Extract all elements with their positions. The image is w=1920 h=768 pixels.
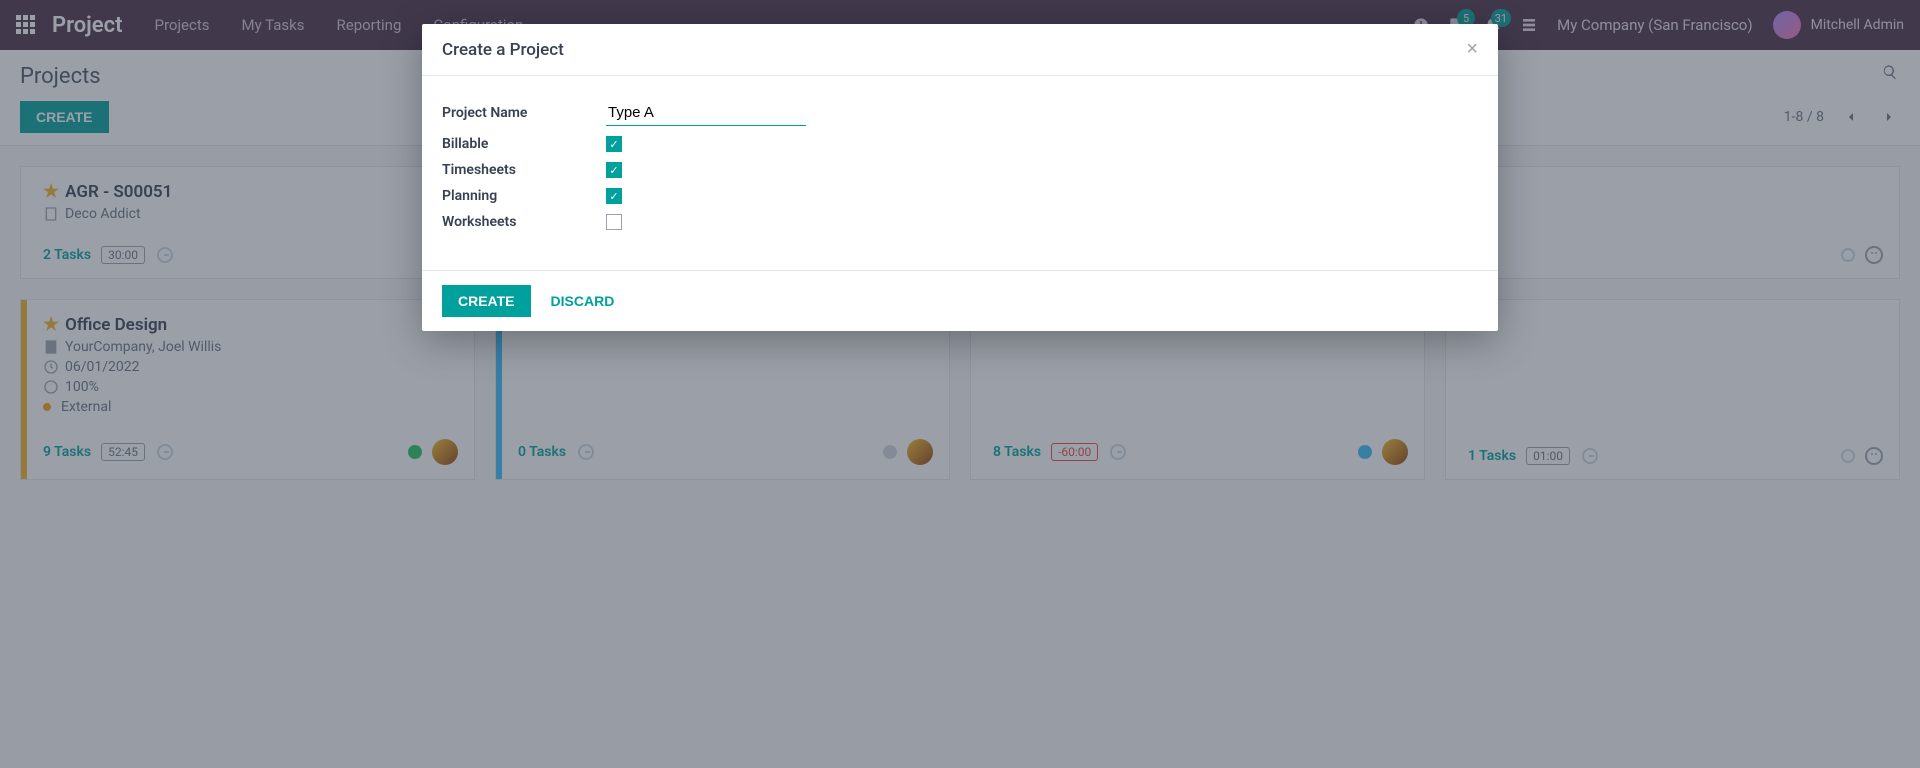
project-name-label: Project Name [442, 105, 606, 121]
project-name-input[interactable] [606, 100, 806, 126]
timesheets-checkbox[interactable] [606, 162, 622, 178]
modal-title: Create a Project [442, 40, 564, 60]
create-project-modal: Create a Project × Project Name Billable… [422, 24, 1498, 331]
planning-checkbox[interactable] [606, 188, 622, 204]
planning-label: Planning [442, 188, 606, 204]
worksheets-label: Worksheets [442, 214, 606, 230]
modal-overlay[interactable]: Create a Project × Project Name Billable… [0, 0, 1920, 768]
modal-discard-button[interactable]: DISCARD [551, 293, 615, 309]
modal-create-button[interactable]: CREATE [442, 285, 531, 317]
billable-label: Billable [442, 136, 606, 152]
billable-checkbox[interactable] [606, 136, 622, 152]
worksheets-checkbox[interactable] [606, 214, 622, 230]
timesheets-label: Timesheets [442, 162, 606, 178]
close-icon[interactable]: × [1466, 38, 1478, 61]
